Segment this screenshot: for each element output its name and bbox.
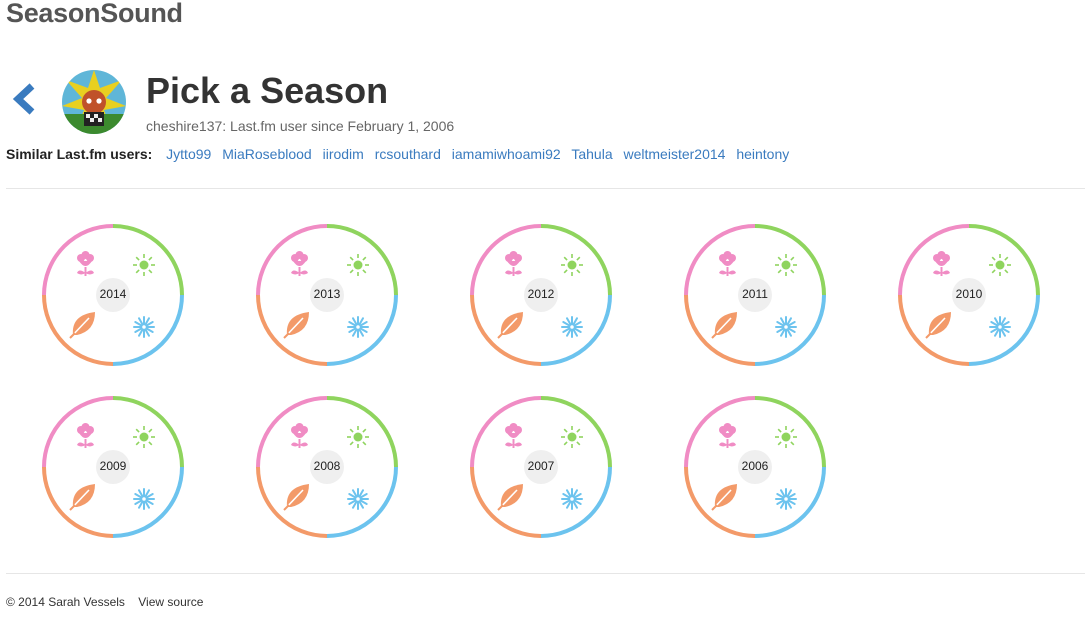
spring-flower-icon	[291, 423, 308, 448]
winter-snowflake-icon	[133, 488, 155, 510]
year-wheel-2014[interactable]: 2014	[41, 223, 185, 367]
summer-sun-icon	[775, 254, 797, 276]
winter-snowflake-icon	[347, 316, 369, 338]
summer-sun-icon	[347, 254, 369, 276]
autumn-leaf-icon	[497, 484, 523, 511]
year-wheel-2013[interactable]: 2013	[255, 223, 399, 367]
avatar	[62, 70, 126, 134]
app-brand[interactable]: SeasonSound	[6, 0, 183, 29]
similar-user-link[interactable]: rcsouthard	[375, 146, 441, 162]
year-label: 2007	[527, 459, 555, 473]
year-wheel-2010[interactable]: 2010	[897, 223, 1041, 367]
year-label: 2006	[741, 459, 769, 473]
summer-sun-icon	[133, 426, 155, 448]
similar-user-link[interactable]: Tahula	[571, 146, 612, 162]
spring-flower-icon	[291, 251, 308, 276]
similar-user-link[interactable]: iamamiwhoami92	[452, 146, 561, 162]
summer-sun-icon	[561, 426, 583, 448]
year-label: 2012	[527, 287, 555, 301]
spring-flower-icon	[77, 251, 94, 276]
spring-flower-icon	[719, 423, 736, 448]
autumn-leaf-icon	[283, 484, 309, 511]
winter-snowflake-icon	[561, 316, 583, 338]
autumn-leaf-icon	[711, 484, 737, 511]
similar-user-link[interactable]: heintony	[736, 146, 789, 162]
year-label: 2013	[313, 287, 341, 301]
summer-sun-icon	[133, 254, 155, 276]
winter-snowflake-icon	[775, 316, 797, 338]
year-label: 2010	[955, 287, 983, 301]
spring-flower-icon	[505, 423, 522, 448]
year-label: 2008	[313, 459, 341, 473]
header-divider	[6, 188, 1085, 189]
similar-user-link[interactable]: Jytto99	[166, 146, 211, 162]
page-header: Pick a Season cheshire137: Last.fm user …	[0, 68, 1085, 138]
similar-user-link[interactable]: MiaRoseblood	[222, 146, 312, 162]
autumn-leaf-icon	[925, 312, 951, 339]
view-source-link[interactable]: View source	[138, 595, 203, 609]
back-chevron-icon[interactable]	[10, 82, 40, 116]
spring-flower-icon	[77, 423, 94, 448]
copyright-text: © 2014 Sarah Vessels	[6, 595, 125, 609]
footer: © 2014 Sarah Vessels View source	[6, 595, 203, 609]
spring-flower-icon	[933, 251, 950, 276]
summer-sun-icon	[561, 254, 583, 276]
year-wheel-2006[interactable]: 2006	[683, 395, 827, 539]
winter-snowflake-icon	[775, 488, 797, 510]
winter-snowflake-icon	[133, 316, 155, 338]
year-label: 2011	[742, 287, 768, 301]
winter-snowflake-icon	[989, 316, 1011, 338]
similar-user-link[interactable]: weltmeister2014	[624, 146, 726, 162]
autumn-leaf-icon	[711, 312, 737, 339]
year-wheel-2008[interactable]: 2008	[255, 395, 399, 539]
summer-sun-icon	[347, 426, 369, 448]
spring-flower-icon	[505, 251, 522, 276]
similar-users: Similar Last.fm users: Jytto99 MiaRosebl…	[6, 146, 796, 162]
year-wheel-2009[interactable]: 2009	[41, 395, 185, 539]
winter-snowflake-icon	[561, 488, 583, 510]
autumn-leaf-icon	[69, 484, 95, 511]
year-wheel-2011[interactable]: 2011	[683, 223, 827, 367]
year-label: 2014	[99, 287, 127, 301]
summer-sun-icon	[775, 426, 797, 448]
year-wheel-2007[interactable]: 2007	[469, 395, 613, 539]
summer-sun-icon	[989, 254, 1011, 276]
year-label: 2009	[99, 459, 127, 473]
page-title: Pick a Season	[146, 70, 389, 111]
winter-snowflake-icon	[347, 488, 369, 510]
year-wheel-2012[interactable]: 2012	[469, 223, 613, 367]
autumn-leaf-icon	[69, 312, 95, 339]
similar-users-label: Similar Last.fm users:	[6, 146, 153, 162]
similar-user-link[interactable]: iirodim	[323, 146, 364, 162]
user-subtitle: cheshire137: Last.fm user since February…	[146, 118, 455, 134]
autumn-leaf-icon	[497, 312, 523, 339]
spring-flower-icon	[719, 251, 736, 276]
autumn-leaf-icon	[283, 312, 309, 339]
footer-divider	[6, 573, 1085, 574]
